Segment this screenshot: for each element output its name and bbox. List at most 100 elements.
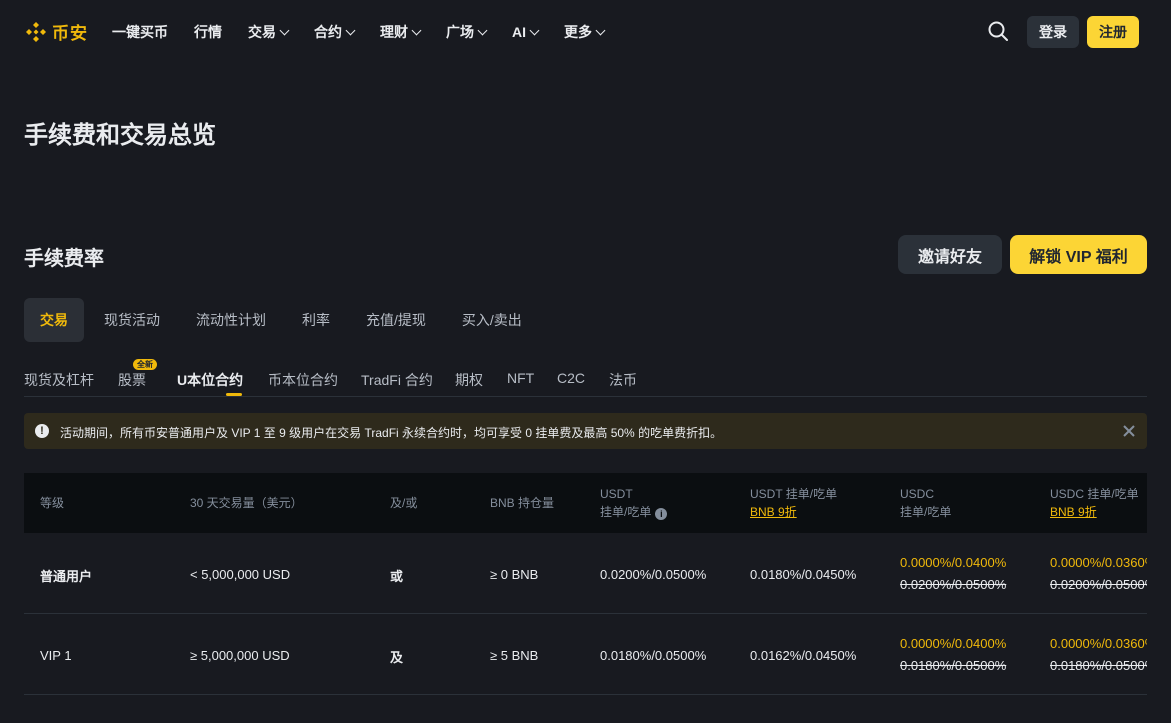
original-rate: 0.0200%/0.0500% (1050, 577, 1147, 592)
original-rate: 0.0180%/0.0500% (900, 658, 1007, 673)
chevron-down-icon (279, 25, 290, 35)
info-icon[interactable]: i (655, 508, 668, 520)
nav-label: 交易 (248, 24, 276, 40)
nav-buy-crypto[interactable]: 一键买币 (112, 22, 168, 42)
subtab-c2c[interactable]: C2C (557, 370, 585, 386)
cell-volume: ≥ 5,000,000 USD (190, 648, 290, 663)
header-usdt-bnb-line1: USDT 挂单/吃单 (750, 487, 838, 501)
header-usdt-line1: USDT (600, 487, 633, 501)
original-rate: 0.0200%/0.0500% (900, 577, 1007, 592)
fee-category-tabs: 交易 现货活动 流动性计划 利率 充值/提现 买入/卖出 (24, 298, 542, 342)
tab-spot-activity[interactable]: 现货活动 (88, 298, 176, 342)
search-icon[interactable] (988, 21, 1008, 41)
table-row: VIP 1 ≥ 5,000,000 USD 及 ≥ 5 BNB 0.0180%/… (24, 614, 1147, 695)
tab-interest-rate[interactable]: 利率 (286, 298, 346, 342)
promo-rate: 0.0000%/0.0360% (1050, 555, 1147, 570)
promo-notice-banner: ! 活动期间，所有币安普通用户及 VIP 1 至 9 级用户在交易 TradFi… (24, 413, 1147, 449)
cell-level: VIP 1 (40, 648, 72, 663)
nav-ai[interactable]: AI (512, 22, 540, 42)
cell-usdc-bnb: 0.0000%/0.0360% 0.0180%/0.0500% (1050, 633, 1147, 677)
cell-level: 普通用户 (40, 569, 93, 584)
notice-text: 活动期间，所有币安普通用户及 VIP 1 至 9 级用户在交易 TradFi 永… (60, 426, 723, 440)
subtab-spot-margin[interactable]: 现货及杠杆 (24, 370, 94, 390)
subtab-coinm-futures[interactable]: 币本位合约 (268, 370, 338, 390)
header-volume: 30 天交易量（美元） (190, 496, 303, 510)
cell-usdt-bnb: 0.0162%/0.0450% (750, 648, 857, 663)
cell-usdt: 0.0180%/0.0500% (600, 648, 707, 663)
header-usdc-line1: USDC (900, 487, 935, 501)
nav-markets[interactable]: 行情 (194, 22, 222, 42)
cell-and-or: 或 (390, 569, 404, 584)
header-usdt-line2: 挂单/吃单 i (600, 503, 668, 521)
header-usdt-bnb: USDT 挂单/吃单 BNB 9折 (750, 485, 837, 521)
header-bnb-holding: BNB 持仓量 (490, 496, 555, 510)
header-and-or: 及/或 (390, 496, 418, 510)
chevron-down-icon (595, 25, 606, 35)
login-button[interactable]: 登录 (1027, 16, 1079, 48)
nav-square[interactable]: 广场 (446, 22, 488, 42)
promo-rate: 0.0000%/0.0400% (900, 636, 1007, 651)
promo-rate: 0.0000%/0.0400% (900, 555, 1007, 570)
nav-label: 行情 (194, 24, 222, 40)
page-title: 手续费和交易总览 (24, 122, 216, 149)
nav-label: 更多 (564, 24, 592, 40)
cell-bnb: ≥ 5 BNB (490, 648, 539, 663)
bnb-discount-link[interactable]: BNB 9折 (750, 503, 837, 521)
original-rate: 0.0180%/0.0500% (1050, 658, 1147, 673)
cell-usdt: 0.0200%/0.0500% (600, 567, 707, 582)
header-level: 等级 (40, 496, 65, 510)
header-usdt: USDT 挂单/吃单 i (600, 485, 668, 521)
subtab-usdm-futures[interactable]: U本位合约 (177, 370, 243, 390)
nav-label: AI (512, 24, 526, 40)
cell-usdt-bnb: 0.0180%/0.0450% (750, 567, 857, 582)
section-title: 手续费率 (24, 248, 104, 270)
header-usdc-bnb: USDC 挂单/吃单 BNB 9折 (1050, 485, 1139, 521)
tab-deposit-withdraw[interactable]: 充值/提现 (350, 298, 442, 342)
tab-buy-sell[interactable]: 买入/卖出 (446, 298, 538, 342)
tab-trading[interactable]: 交易 (24, 298, 84, 342)
top-navigation-bar: 币安 一键买币 行情 交易 合约 理财 广场 AI 更多 登录 注册 (0, 0, 1171, 64)
cell-volume: < 5,000,000 USD (190, 567, 291, 582)
chevron-down-icon (529, 25, 540, 35)
nav-futures[interactable]: 合约 (314, 22, 356, 42)
nav-label: 合约 (314, 24, 342, 40)
alert-icon: ! (35, 424, 49, 438)
binance-logo[interactable]: 币安 (24, 19, 88, 44)
unlock-vip-button[interactable]: 解锁 VIP 福利 (1010, 235, 1147, 274)
header-usdt-maker-taker: 挂单/吃单 (600, 505, 652, 519)
header-usdc-bnb-line1: USDC 挂单/吃单 (1050, 487, 1139, 501)
subtab-tradfi-futures[interactable]: TradFi 合约 (361, 370, 433, 390)
close-icon[interactable] (1120, 422, 1138, 440)
fee-rate-table: 等级 30 天交易量（美元） 及/或 BNB 持仓量 USDT 挂单/吃单 i U… (24, 473, 1147, 723)
subtab-options[interactable]: 期权 (455, 370, 483, 390)
bnb-discount-link[interactable]: BNB 9折 (1050, 503, 1139, 521)
tab-liquidity-program[interactable]: 流动性计划 (180, 298, 282, 342)
nav-trade[interactable]: 交易 (248, 22, 290, 42)
product-sub-tabs: 现货及杠杆 股票 全新 U本位合约 币本位合约 TradFi 合约 期权 NFT… (24, 359, 1147, 397)
nav-more[interactable]: 更多 (564, 22, 606, 42)
promo-rate: 0.0000%/0.0360% (1050, 636, 1147, 651)
subtab-nft[interactable]: NFT (507, 370, 534, 386)
cell-usdc: 0.0000%/0.0400% 0.0200%/0.0500% (900, 552, 1006, 596)
main-nav: 一键买币 行情 交易 合约 理财 广场 AI 更多 (112, 22, 630, 42)
cell-bnb: ≥ 0 BNB (490, 567, 539, 582)
cell-usdc-bnb: 0.0000%/0.0360% 0.0200%/0.0500% (1050, 552, 1147, 596)
table-header: 等级 30 天交易量（美元） 及/或 BNB 持仓量 USDT 挂单/吃单 i U… (24, 473, 1147, 533)
header-usdc-line2: 挂单/吃单 (900, 505, 952, 519)
chevron-down-icon (411, 25, 422, 35)
register-button[interactable]: 注册 (1087, 16, 1139, 48)
invite-friends-button[interactable]: 邀请好友 (898, 235, 1002, 274)
binance-logo-icon (26, 21, 46, 42)
active-tab-indicator (226, 393, 242, 396)
nav-earn[interactable]: 理财 (380, 22, 422, 42)
chevron-down-icon (477, 25, 488, 35)
cell-usdc: 0.0000%/0.0400% 0.0180%/0.0500% (900, 633, 1006, 677)
subtab-stocks[interactable]: 股票 (118, 370, 146, 390)
chevron-down-icon (345, 25, 356, 35)
table-row: 普通用户 < 5,000,000 USD 或 ≥ 0 BNB 0.0200%/0… (24, 533, 1147, 614)
nav-label: 广场 (446, 24, 474, 40)
cell-and-or: 及 (390, 650, 404, 665)
subtab-fiat[interactable]: 法币 (609, 370, 637, 390)
nav-label: 理财 (380, 24, 408, 40)
header-usdc: USDC 挂单/吃单 (900, 485, 951, 521)
